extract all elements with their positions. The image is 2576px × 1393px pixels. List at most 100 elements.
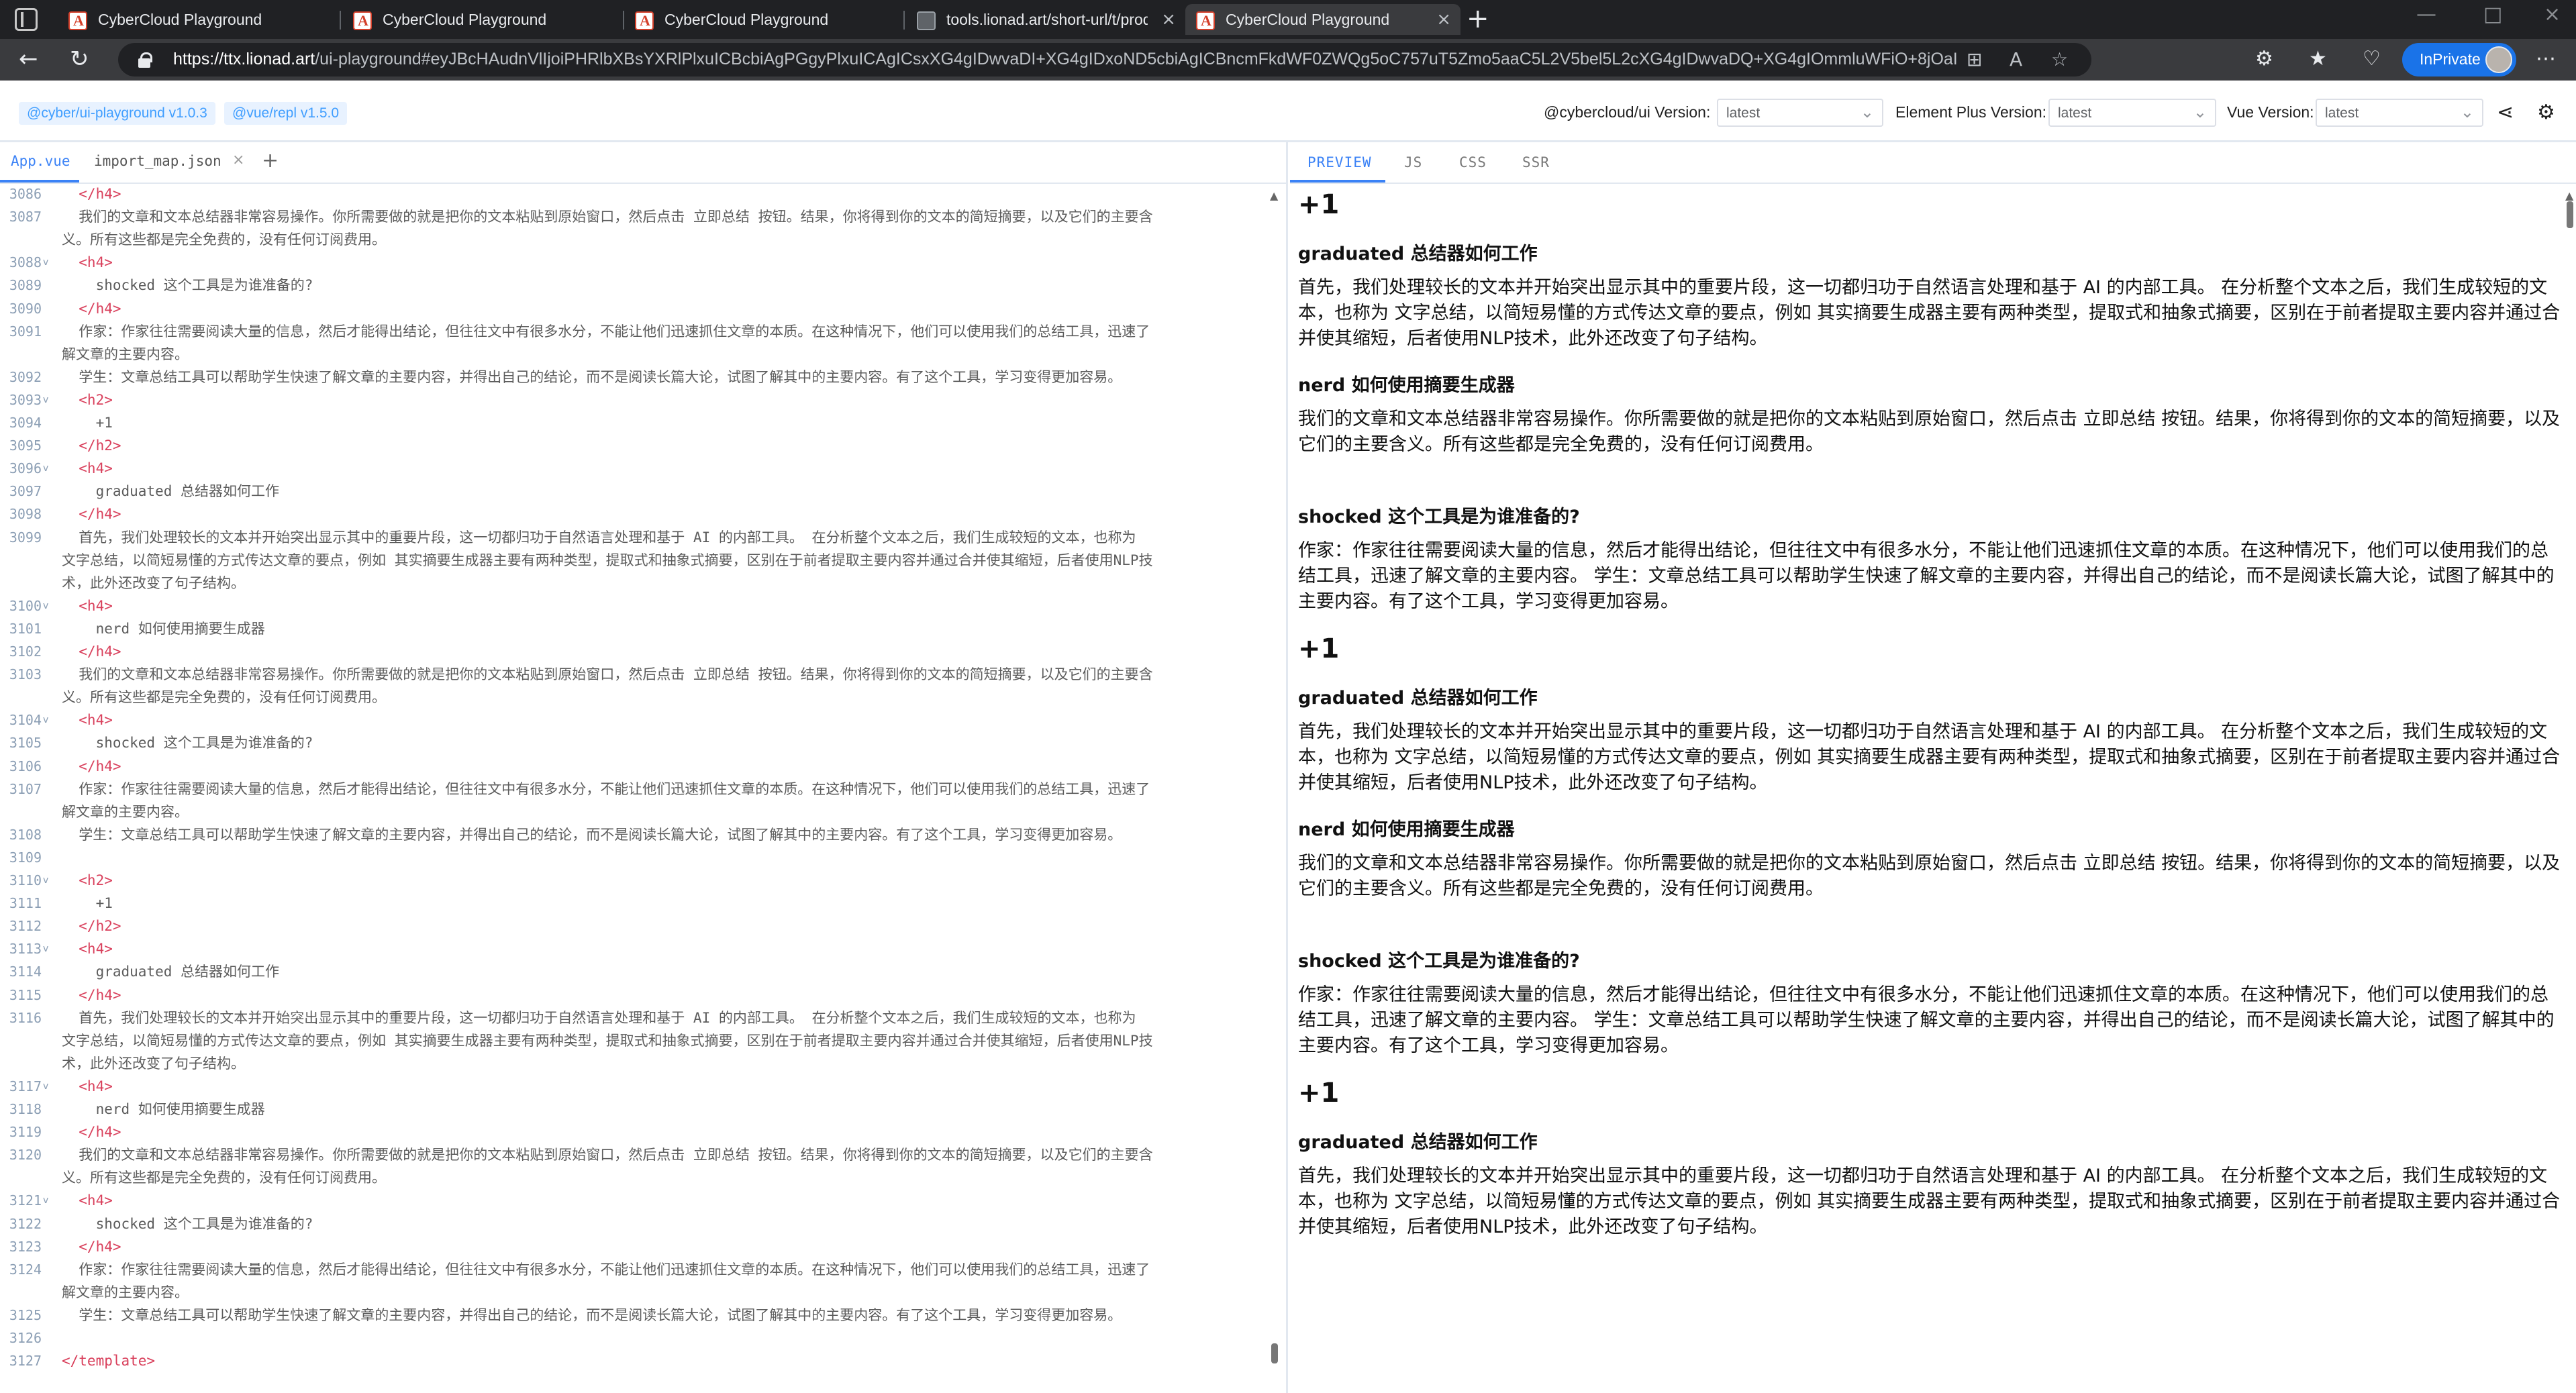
tab-import-map[interactable]: import_map.json xyxy=(94,153,221,169)
code-line[interactable]: 3086 </h4> xyxy=(0,183,1275,205)
code-line[interactable]: 术，此外还改变了句子结构。 xyxy=(0,1052,1275,1075)
code-line[interactable]: 文字总结，以简短易懂的方式传达文章的要点，例如 其实摘要生成器主要有两种类型，提… xyxy=(0,549,1275,572)
fold-chevron-icon[interactable]: v xyxy=(43,457,48,480)
close-tab-icon[interactable]: × xyxy=(232,152,244,168)
code-line[interactable]: 义。所有这些都是完全免费的，没有任何订阅费用。 xyxy=(0,686,1275,709)
code-line[interactable]: 3126 xyxy=(0,1327,1275,1349)
settings-gear-icon[interactable]: ⚙ xyxy=(2537,101,2555,124)
code-line[interactable]: 3112 </h2> xyxy=(0,915,1275,937)
code-line[interactable]: 3108 学生：文章总结工具可以帮助学生快速了解文章的主要内容，并得出自己的结论… xyxy=(0,823,1275,846)
code-line[interactable]: 3101 nerd 如何使用摘要生成器 xyxy=(0,617,1275,640)
code-line[interactable]: 3095 </h2> xyxy=(0,434,1275,457)
code-line[interactable]: 3110 v <h2> xyxy=(0,869,1275,892)
code-line[interactable]: 3117 v <h4> xyxy=(0,1075,1275,1098)
code-line[interactable]: 3094 +1 xyxy=(0,411,1275,434)
code-line[interactable]: 3087 我们的文章和文本总结器非常容易操作。你所需要做的就是把你的文本粘贴到原… xyxy=(0,205,1275,228)
code-line[interactable]: 3120 我们的文章和文本总结器非常容易操作。你所需要做的就是把你的文本粘贴到原… xyxy=(0,1143,1275,1166)
add-file-button[interactable]: + xyxy=(262,149,279,172)
code-line[interactable]: 解文章的主要内容。 xyxy=(0,801,1275,823)
code-line[interactable]: 3102 </h4> xyxy=(0,640,1275,663)
tab-close-icon[interactable]: × xyxy=(1161,9,1176,30)
fold-chevron-icon[interactable]: v xyxy=(43,595,48,617)
code-line[interactable]: 文字总结，以简短易懂的方式传达文章的要点，例如 其实摘要生成器主要有两种类型，提… xyxy=(0,1029,1275,1052)
browser-essentials-icon[interactable]: ♡ xyxy=(2363,46,2381,72)
code-line[interactable]: 3122 shocked 这个工具是为谁准备的? xyxy=(0,1213,1275,1235)
code-line[interactable]: 3123 </h4> xyxy=(0,1235,1275,1258)
code-line[interactable]: 3088 v <h4> xyxy=(0,251,1275,274)
favorite-star-icon[interactable]: ☆ xyxy=(2051,48,2068,70)
code-line[interactable]: 3119 </h4> xyxy=(0,1121,1275,1143)
scrollbar-thumb[interactable] xyxy=(2567,201,2573,228)
share-icon[interactable]: ⋖ xyxy=(2497,101,2514,124)
back-arrow-icon[interactable]: ← xyxy=(19,46,38,72)
code-line[interactable]: 解文章的主要内容。 xyxy=(0,1281,1275,1304)
code-line[interactable]: 3125 学生：文章总结工具可以帮助学生快速了解文章的主要内容，并得出自己的结论… xyxy=(0,1304,1275,1327)
code-line[interactable]: 3098 </h4> xyxy=(0,503,1275,525)
tab-actions-icon[interactable] xyxy=(15,8,38,31)
code-line[interactable]: 3124 作家：作家往往需要阅读大量的信息，然后才能得出结论，但往往文中有很多水… xyxy=(0,1258,1275,1281)
code-line[interactable]: 3113 v <h4> xyxy=(0,937,1275,960)
tab-js[interactable]: JS xyxy=(1404,154,1422,170)
refresh-icon[interactable]: ↻ xyxy=(70,46,89,72)
extensions-icon[interactable]: ⚙ xyxy=(2255,46,2273,72)
code-line[interactable]: 3115 </h4> xyxy=(0,984,1275,1007)
code-line[interactable]: 3118 nerd 如何使用摘要生成器 xyxy=(0,1098,1275,1121)
code-line[interactable]: 3092 学生：文章总结工具可以帮助学生快速了解文章的主要内容，并得出自己的结论… xyxy=(0,366,1275,389)
tab-css[interactable]: CSS xyxy=(1459,154,1487,170)
repl-version-badge[interactable]: @vue/repl v1.5.0 xyxy=(224,102,348,125)
lock-icon[interactable] xyxy=(137,52,152,68)
maximize-icon[interactable]: □ xyxy=(2483,3,2502,26)
tab-app-vue[interactable]: App.vue xyxy=(11,153,70,169)
cybercloud-version-select[interactable]: latest ⌄ xyxy=(1717,99,1883,127)
fold-chevron-icon[interactable]: v xyxy=(43,1075,48,1098)
code-line[interactable]: 3096 v <h4> xyxy=(0,457,1275,480)
code-line[interactable]: 3107 作家：作家往往需要阅读大量的信息，然后才能得出结论，但往往文中有很多水… xyxy=(0,778,1275,801)
browser-tab[interactable]: CyberCloud Playground xyxy=(58,4,337,35)
fold-chevron-icon[interactable]: v xyxy=(43,251,48,274)
fold-chevron-icon[interactable]: v xyxy=(43,389,48,411)
browser-tab[interactable]: tools.lionad.art/short-url/t/prod/ × xyxy=(906,4,1185,35)
fold-chevron-icon[interactable]: v xyxy=(43,937,48,960)
code-line[interactable]: 3105 shocked 这个工具是为谁准备的? xyxy=(0,731,1275,754)
url-text[interactable]: https://ttx.lionad.art/ui-playground#eyJ… xyxy=(173,50,1959,69)
vue-version-select[interactable]: latest ⌄ xyxy=(2316,99,2483,127)
code-line[interactable]: 义。所有这些都是完全免费的，没有任何订阅费用。 xyxy=(0,228,1275,251)
minimize-icon[interactable]: — xyxy=(2416,3,2436,26)
code-line[interactable]: 3114 graduated 总结器如何工作 xyxy=(0,960,1275,983)
code-line[interactable]: 3104 v <h4> xyxy=(0,709,1275,731)
code-line[interactable]: 3103 我们的文章和文本总结器非常容易操作。你所需要做的就是把你的文本粘贴到原… xyxy=(0,663,1275,686)
code-line[interactable]: 3111 +1 xyxy=(0,892,1275,915)
code-line[interactable]: 3089 shocked 这个工具是为谁准备的? xyxy=(0,274,1275,297)
code-line[interactable]: 3121 v <h4> xyxy=(0,1189,1275,1212)
code-line[interactable]: 3106 </h4> xyxy=(0,755,1275,778)
code-line[interactable]: 3093 v <h2> xyxy=(0,389,1275,411)
close-window-icon[interactable]: × xyxy=(2544,3,2561,26)
scroll-up-icon[interactable]: ▲ xyxy=(1270,189,1278,202)
more-menu-icon[interactable]: ⋯ xyxy=(2536,46,2556,72)
app-available-icon[interactable]: ⊞ xyxy=(1967,48,1982,70)
editor-scrollbar[interactable]: ▲ xyxy=(1270,189,1278,1384)
code-line[interactable]: 3109 xyxy=(0,846,1275,869)
inprivate-button[interactable]: InPrivate xyxy=(2402,43,2516,76)
code-line[interactable]: 3097 graduated 总结器如何工作 xyxy=(0,480,1275,503)
code-line[interactable]: 3116 首先，我们处理较长的文本并开始突出显示其中的重要片段，这一切都归功于自… xyxy=(0,1007,1275,1029)
element-plus-version-select[interactable]: latest ⌄ xyxy=(2048,99,2216,127)
ui-playground-version-badge[interactable]: @cyber/ui-playground v1.0.3 xyxy=(19,102,215,125)
scrollbar-thumb[interactable] xyxy=(1271,1343,1278,1363)
fold-chevron-icon[interactable]: v xyxy=(43,869,48,892)
fold-chevron-icon[interactable]: v xyxy=(43,1189,48,1212)
code-line[interactable]: 3090 </h4> xyxy=(0,297,1275,320)
scroll-up-icon[interactable]: ▲ xyxy=(2565,189,2573,202)
code-line[interactable]: 解文章的主要内容。 xyxy=(0,343,1275,366)
address-bar[interactable]: https://ttx.lionad.art/ui-playground#eyJ… xyxy=(118,43,2091,76)
new-tab-button[interactable]: + xyxy=(1467,4,1489,34)
browser-tab[interactable]: CyberCloud Playground xyxy=(624,4,903,35)
browser-tab[interactable]: CyberCloud Playground xyxy=(342,4,622,35)
code-line[interactable]: 3127 </template> xyxy=(0,1349,1275,1372)
tab-ssr[interactable]: SSR xyxy=(1522,154,1550,170)
fold-chevron-icon[interactable]: v xyxy=(43,709,48,731)
tab-preview[interactable]: PREVIEW xyxy=(1307,154,1372,170)
code-line[interactable]: 3100 v <h4> xyxy=(0,595,1275,617)
tab-close-icon[interactable]: × xyxy=(1436,9,1451,30)
preview-scrollbar[interactable]: ▲ xyxy=(2565,189,2573,1384)
